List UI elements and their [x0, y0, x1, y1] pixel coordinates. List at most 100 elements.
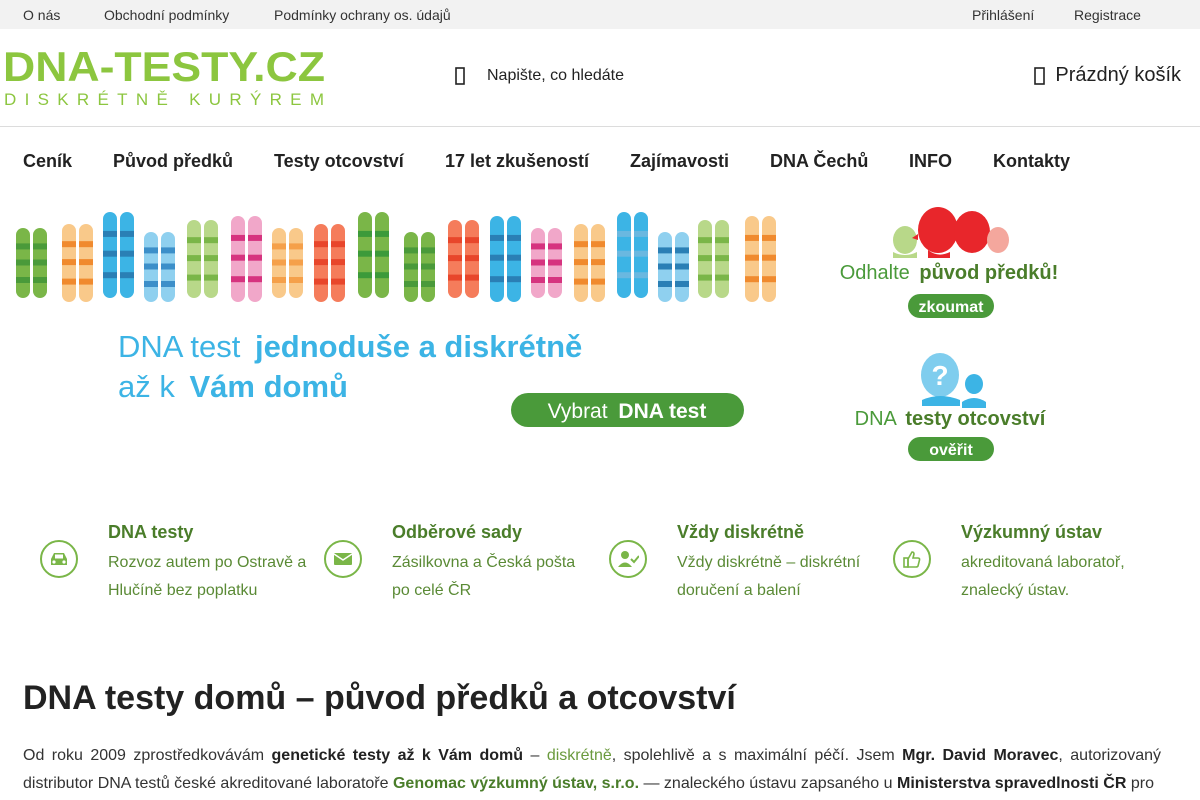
chromosome-band: [617, 272, 631, 279]
chromosome-band: [62, 278, 76, 285]
svg-text:?: ?: [931, 360, 948, 391]
chromosome-band: [490, 276, 504, 283]
chromosome-band: [675, 281, 689, 287]
ancestry-promo[interactable]: Odhalte původ předků! zkoumat: [840, 207, 1059, 318]
chromosome-band: [548, 277, 562, 283]
chromosome-band: [331, 259, 345, 266]
login-link[interactable]: Přihlášení: [972, 7, 1034, 23]
chromosome-band: [715, 237, 729, 244]
p-text-dash: –: [530, 747, 540, 764]
chromosome-band: [161, 247, 175, 254]
register-link[interactable]: Registrace: [1074, 7, 1141, 23]
chromosome-band: [103, 250, 117, 257]
chromosome-band: [272, 243, 286, 250]
link-diskretne[interactable]: diskrétně: [547, 747, 612, 764]
main-nav: Ceník Původ předků Testy otcovství 17 le…: [0, 127, 1200, 195]
p-text-4: — znaleckého ústavu zapsaného u: [643, 775, 893, 792]
chromosome-band: [421, 281, 435, 287]
chromosome-band: [358, 230, 372, 237]
chromosome-band: [289, 243, 303, 250]
chromosome-band: [103, 230, 117, 237]
nav-item-dna-cechu[interactable]: DNA Čechů: [770, 151, 868, 172]
chromosome-band: [33, 243, 47, 250]
chromosome-band: [448, 255, 462, 262]
chromosome-band: [421, 247, 435, 254]
chromosome-band: [634, 250, 648, 257]
chromosome-band: [314, 259, 328, 266]
chromosome-band: [144, 247, 158, 254]
chromosome-band: [120, 230, 134, 237]
header: DNA-TESTY.CZ DISKRÉTNĚ KURÝREM Napište, …: [0, 29, 1200, 127]
chromosome-band: [574, 241, 588, 248]
feature-vzdy-diskretne: Vždy diskrétně Vždy diskrétně – diskrétn…: [609, 510, 879, 610]
chromosome-band: [658, 263, 672, 270]
chromosome-band: [289, 259, 303, 266]
chromosome-band: [745, 234, 759, 241]
search-icon: [455, 67, 465, 85]
svg-text:DNA testy otcovství: DNA testy otcovství: [855, 408, 1047, 430]
chromosome-band: [715, 274, 729, 281]
chromosome-band: [248, 234, 262, 241]
choose-dna-test-button[interactable]: Vybrat DNA test: [511, 393, 744, 427]
feature-desc: akreditovaná laboratoř, znalecký ústav.: [961, 554, 1125, 599]
chromosome-band: [658, 247, 672, 254]
cart[interactable]: Prázdný košík: [1034, 64, 1181, 90]
chromosome-band: [675, 263, 689, 270]
chromosome-band: [591, 278, 605, 285]
chromosome-band: [231, 234, 245, 241]
nav-item-zajimavosti[interactable]: Zajímavosti: [630, 151, 729, 172]
chromosome-band: [79, 278, 93, 285]
chromosome-band: [531, 243, 545, 250]
chromosome-band: [187, 274, 201, 281]
p-text-2: , spolehlivě a s maximální péčí. Jsem: [611, 747, 895, 764]
chromosome-band: [62, 259, 76, 266]
p-bold-ministry: Ministerstva spravedlnosti ČR: [896, 775, 1127, 792]
nav-item-17-let[interactable]: 17 let zkušeností: [445, 151, 589, 172]
p-text-5: pro: [1130, 775, 1154, 792]
chromosome-band: [548, 259, 562, 266]
nav-item-cenik[interactable]: Ceník: [23, 151, 72, 172]
chromosome-band: [79, 241, 93, 248]
chromosome-band: [698, 255, 712, 262]
feature-title: Výzkumný ústav: [961, 522, 1103, 542]
nav-item-info[interactable]: INFO: [909, 151, 952, 172]
chromosome-band: [289, 277, 303, 283]
chromosome-band: [144, 281, 158, 287]
site-logo[interactable]: DNA-TESTY.CZ DISKRÉTNĚ KURÝREM: [3, 43, 333, 109]
question-person-icon: ?: [921, 353, 986, 408]
verify-button[interactable]: ověřit: [929, 442, 973, 459]
chromosome-band: [231, 254, 245, 261]
chromosome-band: [16, 243, 30, 250]
link-genomac[interactable]: Genomac výzkumný ústav, s.r.o.: [393, 775, 639, 792]
chromosome-band: [331, 241, 345, 248]
chromosome-band: [762, 276, 776, 283]
chromosome-band: [161, 281, 175, 287]
feature-odberove-sady: Odběrové sady Zásilkovna a Česká pošta p…: [324, 510, 594, 610]
link-obchodni-podminky[interactable]: Obchodní podmínky: [104, 7, 229, 23]
chromosome-band: [698, 274, 712, 281]
chromosome-band: [248, 276, 262, 283]
nav-item-puvod-predku[interactable]: Původ předků: [113, 151, 233, 172]
feature-desc: Zásilkovna a Česká pošta po celé ČR: [392, 554, 576, 599]
nav-item-testy-otcovstvi[interactable]: Testy otcovství: [274, 151, 404, 172]
svg-text:Vybrat DNA test: Vybrat DNA test: [548, 400, 707, 423]
link-podminky-ochrany[interactable]: Podmínky ochrany os. údajů: [274, 7, 451, 23]
promo2-bold: testy otcovství: [905, 408, 1046, 430]
explore-button[interactable]: zkoumat: [919, 299, 985, 316]
chromosome-band: [272, 259, 286, 266]
chromosome-band: [231, 276, 245, 283]
search-input[interactable]: Napište, co hledáte: [487, 67, 624, 85]
chromosome-band: [465, 255, 479, 262]
cart-label[interactable]: Prázdný košík: [1055, 64, 1181, 86]
link-o-nas[interactable]: O nás: [23, 7, 60, 23]
p-bold-genetic-tests: genetické testy až k Vám domů: [271, 747, 524, 764]
cart-icon: [1034, 67, 1046, 85]
nav-item-kontakty[interactable]: Kontakty: [993, 151, 1070, 172]
paternity-promo[interactable]: ? DNA testy otcovství ověřit: [855, 353, 1047, 461]
chromosome-band: [490, 234, 504, 241]
chromosome-band: [448, 274, 462, 281]
feature-vyzkumny-ustav: Výzkumný ústav akreditovaná laboratoř, z…: [893, 510, 1163, 610]
cta-light-label: Vybrat: [548, 400, 608, 423]
chromosome-band: [404, 281, 418, 287]
chromosome-band: [120, 250, 134, 257]
